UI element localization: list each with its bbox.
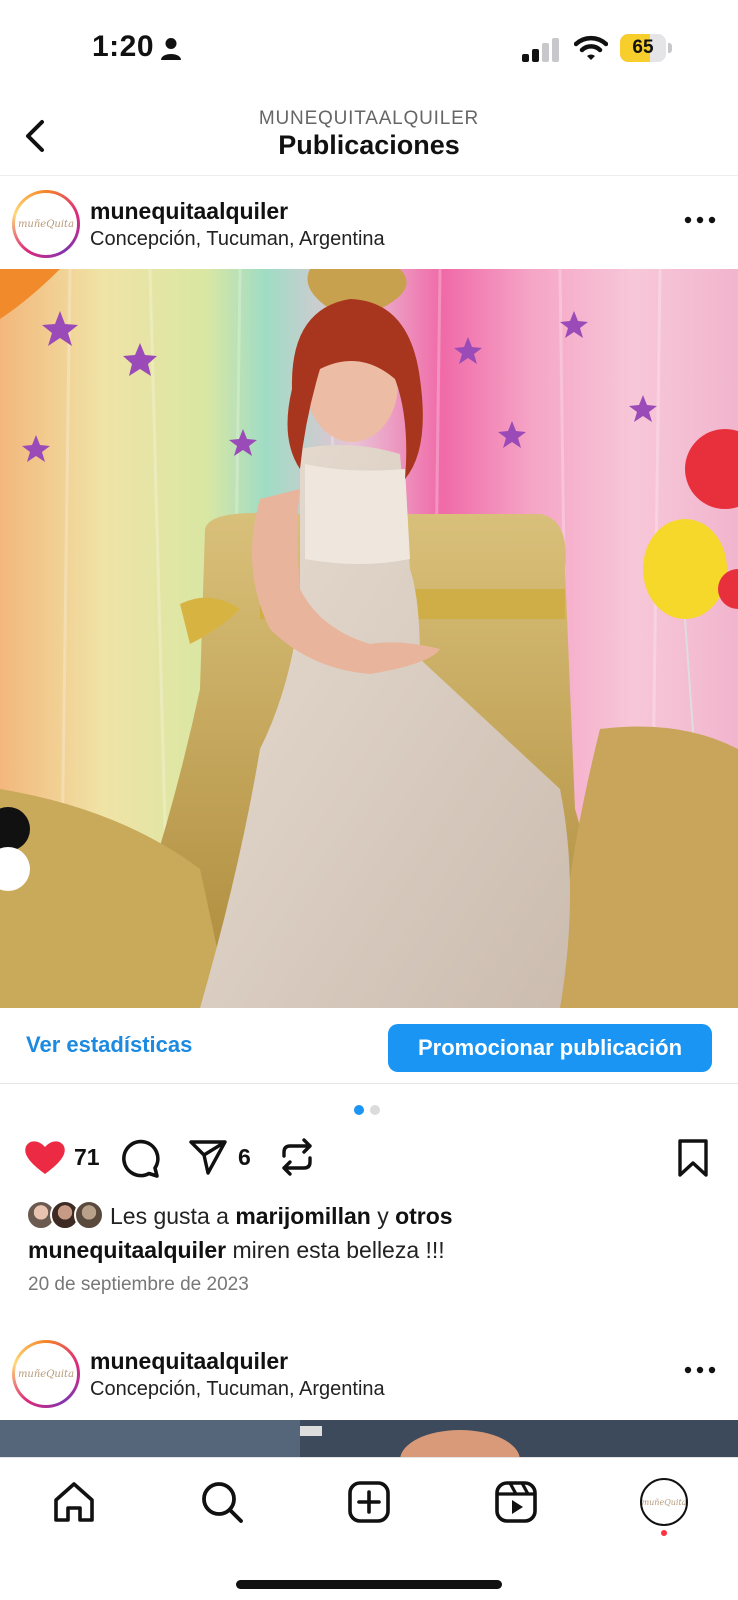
wifi-icon (574, 35, 608, 60)
profile-avatar-logo: muñeQuita (641, 1497, 687, 1507)
person-icon (161, 38, 181, 60)
post-header: muñeQuita munequitaalquiler Concepción, … (0, 178, 738, 266)
promote-post-button[interactable]: Promocionar publicación (388, 1024, 712, 1072)
shares-count[interactable]: 6 (238, 1144, 251, 1171)
create-icon[interactable] (345, 1478, 393, 1526)
nav-header: MUNEQUITAALQUILER Publicaciones (0, 100, 738, 176)
avatar-logo: muñeQuita (17, 1368, 75, 1380)
post-username[interactable]: munequitaalquiler (90, 198, 288, 225)
cellular-signal-icon (522, 38, 559, 62)
post-photo[interactable] (0, 269, 738, 1008)
reels-icon[interactable] (492, 1478, 540, 1526)
likes-summary: Les gusta a marijomillan y otros (110, 1203, 453, 1229)
home-icon[interactable] (50, 1478, 98, 1526)
avatar[interactable]: muñeQuita (12, 190, 80, 258)
liker-username[interactable]: marijomillan (235, 1203, 370, 1229)
post-caption: munequitaalquiler miren esta belleza !!! (28, 1237, 445, 1263)
more-options-icon[interactable] (684, 214, 716, 226)
avatar-logo: muñeQuita (17, 218, 75, 230)
battery-level: 65 (632, 37, 654, 58)
status-time: 1:20 (92, 30, 155, 63)
others-link[interactable]: otros (395, 1203, 453, 1229)
status-bar: 1:20 65 (0, 0, 738, 100)
header-username: MUNEQUITAALQUILER (258, 108, 480, 129)
post-location[interactable]: Concepción, Tucuman, Argentina (90, 1378, 385, 1401)
bookmark-icon[interactable] (676, 1138, 710, 1178)
liker-avatar (74, 1200, 104, 1230)
post-date: 20 de septiembre de 2023 (28, 1274, 249, 1295)
caption-username[interactable]: munequitaalquiler (28, 1237, 226, 1263)
more-options-icon[interactable] (684, 1364, 716, 1376)
home-indicator (236, 1580, 502, 1589)
post-photo[interactable] (0, 1420, 738, 1460)
post-username[interactable]: munequitaalquiler (90, 1348, 288, 1375)
post-location[interactable]: Concepción, Tucuman, Argentina (90, 228, 385, 251)
likes-count[interactable]: 71 (74, 1144, 100, 1171)
heart-icon[interactable] (24, 1138, 66, 1176)
search-icon[interactable] (198, 1478, 246, 1526)
share-icon[interactable] (188, 1138, 228, 1176)
notification-dot (661, 1530, 667, 1536)
battery-indicator: 65 (620, 34, 672, 64)
comment-icon[interactable] (120, 1138, 160, 1178)
carousel-dot (370, 1105, 380, 1115)
profile-avatar[interactable]: muñeQuita (640, 1478, 688, 1526)
carousel-dot-active (354, 1105, 364, 1115)
post-header: muñeQuita munequitaalquiler Concepción, … (0, 1328, 738, 1416)
view-insights-link[interactable]: Ver estadísticas (26, 1032, 192, 1058)
page-title: Publicaciones (278, 130, 460, 160)
liked-by-line[interactable]: Les gusta a marijomillan y otros (26, 1200, 726, 1234)
repost-icon[interactable] (278, 1136, 316, 1178)
carousel-indicator (354, 1105, 384, 1115)
avatar[interactable]: muñeQuita (12, 1340, 80, 1408)
bottom-tab-bar: muñeQuita (0, 1457, 738, 1600)
insights-row: Ver estadísticas Promocionar publicación (0, 1010, 738, 1084)
post-action-bar: 71 6 (0, 1134, 738, 1182)
